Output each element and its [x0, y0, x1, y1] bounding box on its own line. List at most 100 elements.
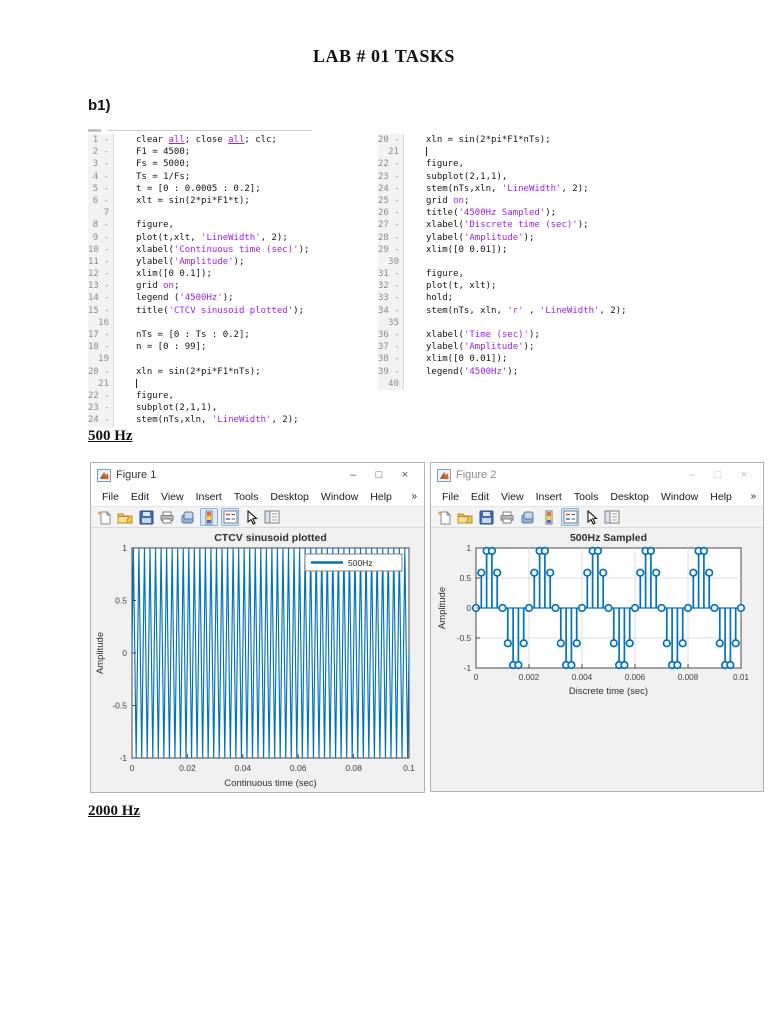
menu-item-insert[interactable]: Insert	[190, 491, 228, 503]
menu-item-tools[interactable]: Tools	[228, 491, 265, 503]
maximize-button[interactable]: □	[366, 469, 392, 481]
code-line: 22 - figure,	[88, 389, 378, 403]
pointer-icon[interactable]	[582, 508, 600, 526]
menu-item-file[interactable]: File	[96, 491, 125, 503]
open-file-icon[interactable]	[456, 508, 474, 526]
close-button[interactable]: ×	[392, 469, 418, 481]
menu-item-desktop[interactable]: Desktop	[604, 491, 655, 503]
figure1-window: Figure 1 – □ × File Edit View Insert Tools De…	[90, 462, 425, 793]
duplicate-figure-icon[interactable]	[519, 508, 537, 526]
y-axis-label: Amplitude	[95, 632, 106, 674]
print-icon[interactable]	[158, 508, 176, 526]
new-file-icon[interactable]	[435, 508, 453, 526]
line-number: 25 -	[378, 194, 404, 208]
text-cursor	[426, 147, 427, 157]
menu-overflow-icon[interactable]: »	[411, 491, 419, 502]
code-line: 38 - xlim([0 0.01]);	[378, 353, 690, 366]
stem-point	[519, 639, 528, 648]
code-text: F1 = 4500;	[136, 147, 191, 158]
open-file-icon[interactable]	[116, 508, 134, 526]
code-text: plot(t,xlt, 'LineWidth', 2);	[136, 232, 288, 243]
line-number: 26 -	[378, 207, 404, 220]
x-axis-label: Discrete time (sec)	[569, 686, 648, 697]
line-number: 29 -	[378, 243, 404, 256]
line-number: 7	[88, 207, 114, 220]
save-icon[interactable]	[477, 508, 495, 526]
insert-legend-icon[interactable]	[561, 508, 579, 526]
minimize-button[interactable]: –	[679, 469, 705, 481]
new-file-icon[interactable]	[95, 508, 113, 526]
save-icon[interactable]	[137, 508, 155, 526]
menu-item-view[interactable]: View	[155, 491, 190, 503]
code-text: Ts = 1/Fs;	[136, 171, 191, 182]
stem-point	[678, 639, 687, 648]
menu-item-help[interactable]: Help	[704, 491, 738, 503]
code-line: 32 - plot(t, xlt);	[378, 280, 690, 293]
code-text: xln = sin(2*pi*F1*nTs);	[426, 135, 551, 145]
code-line: 19	[88, 353, 378, 366]
stem-point	[710, 603, 719, 613]
y-tick-label: 1	[122, 543, 127, 553]
menu-overflow-icon[interactable]: »	[750, 491, 758, 502]
ctcv-sinusoid-plot: 0 0.02 0.04 0.06 0.08 0.1 1 0.5 0 -0.5 -1 CTCV sinu…	[95, 532, 415, 789]
property-editor-icon[interactable]	[603, 508, 621, 526]
minimize-button[interactable]: –	[340, 469, 366, 481]
code-text: stem(nTs, xln, 'r' , 'LineWidth', 2);	[426, 305, 627, 316]
insert-legend-icon[interactable]	[221, 508, 239, 526]
code-text: figure,	[426, 269, 464, 280]
screenshot-artifact	[88, 129, 101, 132]
line-number: 38 -	[378, 353, 404, 366]
line-number: 20 -	[378, 134, 404, 147]
property-editor-icon[interactable]	[263, 508, 281, 526]
figure2-plot-area: 0 0.002 0.004 0.006 0.008 0.01 1 0.5 0 -0.5 -1 500H…	[431, 528, 763, 791]
menu-item-edit[interactable]: Edit	[125, 491, 155, 503]
line-number: 35	[378, 316, 404, 329]
line-number: 19	[88, 353, 114, 366]
menu-item-window[interactable]: Window	[655, 491, 704, 503]
menu-item-insert[interactable]: Insert	[530, 491, 568, 503]
figure2-titlebar[interactable]: Figure 2 – □ ×	[431, 463, 763, 487]
section-heading-500hz: 500 Hz	[88, 428, 133, 444]
stem-point	[683, 603, 693, 613]
stem-point	[689, 568, 698, 577]
doc-title: LAB # 01 TASKS	[313, 46, 455, 66]
line-number: 20 -	[88, 365, 114, 378]
insert-colorbar-icon[interactable]	[540, 508, 558, 526]
figure2-toolbar	[431, 506, 763, 528]
y-tick-label: -0.5	[457, 634, 472, 643]
line-number: 21	[88, 377, 114, 390]
menu-item-tools[interactable]: Tools	[568, 491, 605, 503]
code-line: 6 - xlt = sin(2*pi*F1*t);	[88, 194, 378, 208]
insert-colorbar-icon[interactable]	[200, 508, 218, 526]
code-text: xlabel('Discrete time (sec)');	[426, 220, 589, 231]
code-line: 30	[378, 255, 690, 269]
code-text: stem(nTs,xln, 'LineWidth', 2);	[136, 415, 299, 426]
line-number: 36 -	[378, 329, 404, 342]
menu-item-help[interactable]: Help	[364, 491, 398, 503]
line-number: 23 -	[88, 402, 114, 415]
line-number: 18 -	[88, 341, 114, 354]
pointer-icon[interactable]	[242, 508, 260, 526]
duplicate-figure-icon[interactable]	[179, 508, 197, 526]
menu-item-window[interactable]: Window	[315, 491, 364, 503]
line-number: 31 -	[378, 268, 404, 281]
maximize-button[interactable]: □	[705, 469, 731, 481]
code-line: 1 - clear all; close all; clc;	[88, 134, 378, 147]
menu-item-edit[interactable]: Edit	[465, 491, 495, 503]
y-axis-label: Amplitude	[437, 587, 448, 629]
code-line: 37 - ylabel('Amplitude');	[378, 341, 690, 354]
figure1-window-title: Figure 1	[116, 469, 157, 481]
figure1-titlebar[interactable]: Figure 1 – □ ×	[91, 463, 424, 487]
figure2-window-title: Figure 2	[456, 469, 497, 481]
menu-item-desktop[interactable]: Desktop	[264, 491, 315, 503]
line-number: 10 -	[88, 243, 114, 256]
menu-item-file[interactable]: File	[436, 491, 465, 503]
stem-point	[715, 639, 724, 648]
close-button[interactable]: ×	[731, 469, 757, 481]
code-line: 29 - xlim([0 0.01]);	[378, 243, 690, 256]
menu-item-view[interactable]: View	[495, 491, 530, 503]
print-icon[interactable]	[498, 508, 516, 526]
x-tick-label: 0.004	[572, 673, 593, 682]
code-line: 17 - nTs = [0 : Ts : 0.2];	[88, 329, 378, 342]
code-line: 21	[378, 146, 690, 159]
